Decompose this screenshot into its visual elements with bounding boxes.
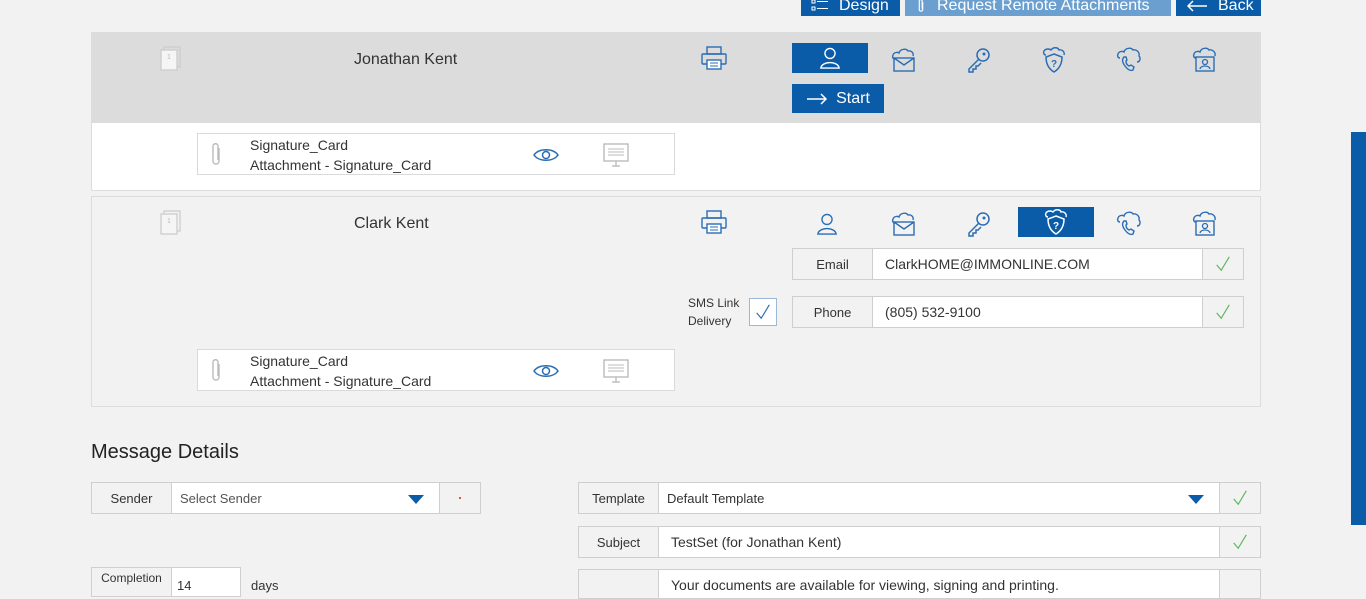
person-icon [819,45,841,71]
sender-label: Sender [91,482,172,514]
message-label [578,569,659,599]
template-select[interactable]: Default Template [658,482,1220,514]
design-button[interactable]: Design [801,0,900,16]
message-details-heading: Message Details [91,441,239,463]
document-icon [159,209,183,237]
method-phone[interactable] [1091,45,1167,75]
method-id-check[interactable] [1167,209,1243,239]
attachment-title: Signature_Card [250,137,349,153]
chevron-down-icon [408,495,424,505]
person-icon [816,211,838,237]
method-in-person[interactable] [792,43,868,73]
print-icon[interactable] [700,45,728,71]
sms-label-line1: SMS Link [688,296,740,310]
template-label: Template [578,482,659,514]
sms-label-line2: Delivery [688,314,732,328]
attachment-subtitle: Attachment - Signature_Card [250,373,432,389]
message-valid-indicator [1219,569,1261,599]
method-security-question[interactable] [1016,45,1092,75]
method-key[interactable] [941,209,1017,239]
method-email[interactable] [866,209,942,239]
chevron-down-icon [1188,495,1204,505]
attachment-subtitle: Attachment - Signature_Card [250,157,432,173]
screen-icon[interactable] [602,358,630,384]
cloud-phone-icon [1115,210,1143,238]
completion-label: Completion [91,567,172,597]
attachment-row: Signature_Card Attachment - Signature_Ca… [197,349,675,391]
method-in-person[interactable] [789,209,865,239]
method-security-question[interactable] [1018,207,1094,237]
required-dot-icon [459,497,461,499]
method-key[interactable] [941,45,1017,75]
message-textarea[interactable]: Your documents are available for viewing… [658,569,1220,599]
key-icon [965,210,993,238]
eye-icon[interactable] [532,146,560,164]
completion-unit: days [251,578,279,593]
sender-select[interactable]: Select Sender [171,482,440,514]
method-id-check[interactable] [1167,45,1243,75]
completion-days-input[interactable]: 14 [171,567,241,597]
print-icon[interactable] [700,209,728,235]
signer-card-clark: Clark Kent Email ClarkHOME@IMMONLINE.COM… [91,196,1261,407]
check-icon [1214,303,1232,321]
request-remote-label: Request Remote Attachments [937,0,1150,14]
cloud-id-icon [1191,210,1219,238]
signer-name: Jonathan Kent [354,51,458,68]
request-remote-attachments-button[interactable]: Request Remote Attachments [905,0,1171,16]
subject-valid-indicator [1219,526,1261,558]
scrollbar-thumb[interactable] [1351,132,1366,525]
template-valid-indicator [1219,482,1261,514]
list-icon [811,0,829,13]
cloud-mail-icon [890,211,918,237]
paperclip-icon [208,357,224,385]
security-question-icon [1042,208,1070,236]
check-icon [1231,489,1249,507]
phone-label: Phone [792,296,873,328]
cloud-id-icon [1191,46,1219,74]
arrow-left-icon [1186,0,1208,12]
attachment-row: Signature_Card Attachment - Signature_Ca… [197,133,675,175]
completion-days-value: 14 [177,578,192,593]
sms-link-delivery-checkbox[interactable] [749,298,777,326]
phone-field[interactable]: (805) 532-9100 [872,296,1203,328]
key-icon [965,46,993,74]
start-label: Start [836,89,870,107]
document-icon [159,45,183,73]
subject-field[interactable]: TestSet (for Jonathan Kent) [658,526,1220,558]
design-label: Design [839,0,889,14]
attachment-title: Signature_Card [250,353,349,369]
email-valid-indicator [1202,248,1244,280]
message-value: Your documents are available for viewing… [671,577,1059,593]
subject-label: Subject [578,526,659,558]
arrow-right-icon [807,92,828,105]
paperclip-icon [915,0,927,14]
screen-icon[interactable] [602,142,630,168]
method-email[interactable] [866,45,942,75]
back-label: Back [1218,0,1254,14]
method-phone[interactable] [1091,209,1167,239]
email-label: Email [792,248,873,280]
sender-select-value: Select Sender [180,490,262,506]
back-button[interactable]: Back [1176,0,1261,16]
check-icon [754,303,772,321]
template-select-value: Default Template [667,490,765,506]
check-icon [1214,255,1232,273]
paperclip-icon [208,141,224,169]
signer-card-jonathan: Jonathan Kent Start Signature_Card Attac… [91,32,1261,191]
cloud-phone-icon [1115,46,1143,74]
email-field[interactable]: ClarkHOME@IMMONLINE.COM [872,248,1203,280]
phone-valid-indicator [1202,296,1244,328]
check-icon [1231,533,1249,551]
security-question-icon [1040,46,1068,74]
signer-name: Clark Kent [354,215,429,232]
sender-required-indicator [439,482,481,514]
eye-icon[interactable] [532,362,560,380]
cloud-mail-icon [890,47,918,73]
start-button[interactable]: Start [792,84,884,113]
sms-link-delivery-label: SMS Link Delivery [688,294,739,330]
